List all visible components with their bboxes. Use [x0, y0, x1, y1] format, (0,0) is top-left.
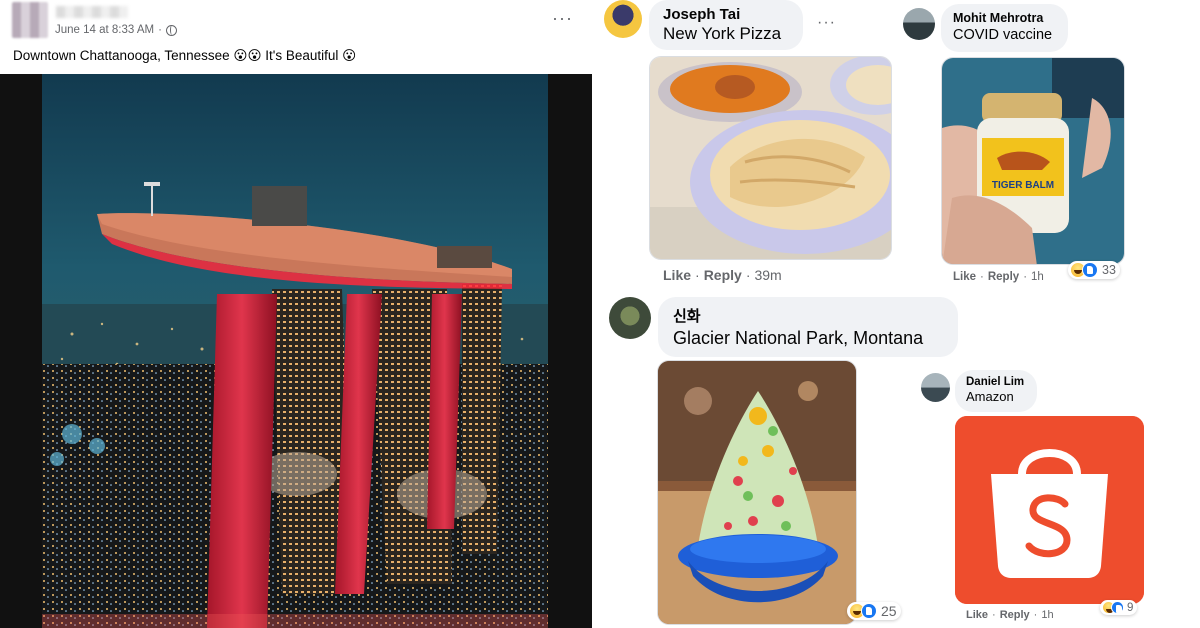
post-caption: Downtown Chattanooga, Tennessee 😮😮 It's … [13, 48, 357, 63]
comment-text: COVID vaccine [953, 27, 1053, 43]
commenter-avatar[interactable] [609, 297, 651, 339]
commenter-name[interactable]: Joseph Tai [663, 6, 789, 23]
reaction-summary[interactable]: 25 [847, 602, 901, 620]
action-separator: · [980, 271, 984, 283]
post-meta: June 14 at 8:33 AM · [55, 24, 177, 36]
comment-bubble: Mohit Mehrotra COVID vaccine [941, 4, 1068, 52]
commenter-avatar[interactable] [604, 0, 642, 38]
reaction-count: 25 [881, 603, 897, 619]
comment-actions: Like · Reply · 39m [663, 267, 782, 283]
action-separator: · [1023, 271, 1028, 283]
commenter-name[interactable]: Daniel Lim [966, 376, 1026, 388]
comment-bubble: Joseph Tai New York Pizza [649, 0, 803, 50]
action-separator: · [992, 609, 996, 621]
like-reaction-icon [861, 603, 877, 619]
commenter-name[interactable]: 신화 [673, 305, 943, 326]
globe-icon[interactable] [165, 24, 177, 36]
comment-actions: Like · Reply · 1h [966, 609, 1054, 621]
reaction-count: 9 [1127, 601, 1134, 614]
comment-bubble: 신화 Glacier National Park, Montana [658, 297, 958, 357]
comment-timestamp[interactable]: 1h [1041, 609, 1053, 621]
like-link[interactable]: Like [966, 609, 988, 621]
roti-curry-illustration [650, 57, 891, 259]
like-link[interactable]: Like [953, 271, 976, 283]
comment-actions: Like · Reply · 1h [953, 271, 1044, 283]
post-more-options-button[interactable]: ··· [552, 8, 573, 28]
reply-link[interactable]: Reply [988, 271, 1019, 283]
comment-photo-shaved-ice-dessert[interactable] [657, 360, 857, 625]
post-media[interactable] [0, 74, 592, 628]
post-timestamp[interactable]: June 14 at 8:33 AM [55, 24, 154, 36]
comment-text: Amazon [966, 389, 1014, 404]
tiger-balm-illustration: TIGER BALM [942, 58, 1124, 264]
reaction-summary[interactable]: 9 [1100, 600, 1138, 615]
comment-photo-tiger-balm-jar[interactable]: TIGER BALM [941, 57, 1125, 265]
comment-image-shopping-bag-logo[interactable] [955, 416, 1144, 604]
comment-bubble: Daniel Lim Amazon [955, 370, 1037, 412]
reply-link[interactable]: Reply [1000, 609, 1030, 621]
reaction-summary[interactable]: 33 [1068, 261, 1120, 279]
post-photo-night-city-hotel[interactable] [42, 74, 548, 628]
facebook-post: June 14 at 8:33 AM · ··· Downtown Chatta… [0, 0, 592, 628]
comment-text: New York Pizza [663, 24, 782, 43]
like-reaction-icon [1082, 262, 1098, 278]
like-reaction-icon [1111, 601, 1124, 614]
shaved-ice-illustration [658, 361, 856, 624]
comment-timestamp[interactable]: 1h [1031, 271, 1044, 283]
comment-timestamp[interactable]: 39m [754, 267, 781, 283]
author-name-blurred[interactable] [56, 6, 128, 18]
commenter-avatar[interactable] [921, 373, 950, 402]
reaction-count: 33 [1102, 263, 1116, 277]
comment-text: Glacier National Park, Montana [673, 328, 924, 348]
action-separator: · [745, 267, 751, 283]
product-label: TIGER BALM [992, 180, 1054, 191]
author-avatar-blurred[interactable] [12, 2, 48, 38]
reply-link[interactable]: Reply [704, 267, 742, 283]
meta-separator: · [158, 24, 162, 36]
action-separator: · [1033, 609, 1038, 621]
commenter-name[interactable]: Mohit Mehrotra [953, 11, 1056, 25]
shopping-bag-icon [955, 416, 1144, 604]
action-separator: · [695, 267, 700, 283]
like-link[interactable]: Like [663, 267, 691, 283]
commenter-avatar[interactable] [903, 8, 935, 40]
comment-more-options-button[interactable]: ··· [817, 14, 836, 32]
comment-photo-roti-curry[interactable] [649, 56, 892, 260]
